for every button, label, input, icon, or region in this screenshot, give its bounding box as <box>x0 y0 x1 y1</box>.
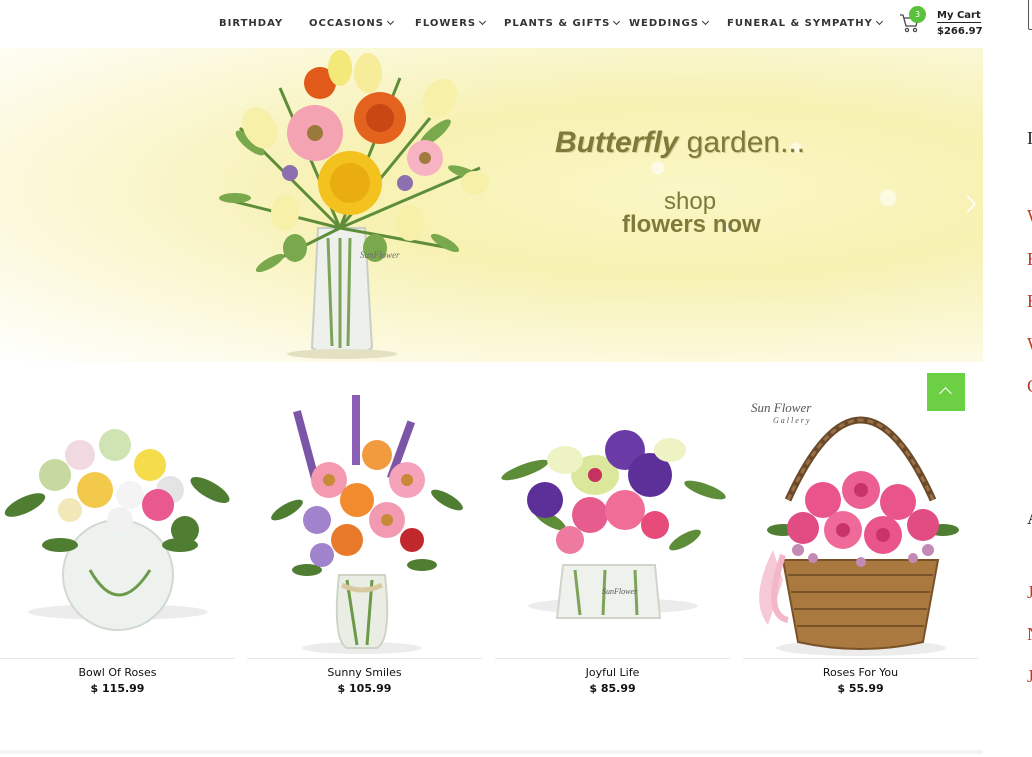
chevron-down-icon <box>875 17 883 26</box>
product-card[interactable]: Sunny Smiles $ 105.99 <box>247 380 482 700</box>
product-image[interactable] <box>247 380 482 658</box>
nav-item-flowers[interactable]: FLOWERS <box>415 17 487 29</box>
edge-text-fragment: A <box>1027 508 1032 529</box>
brand-logo: Sun Flower Gallery <box>751 400 812 425</box>
edge-link-fragment[interactable]: J <box>1027 582 1032 603</box>
product-image[interactable] <box>495 380 730 658</box>
edge-link-fragment[interactable]: B <box>1027 249 1032 270</box>
hero-bouquet-image <box>219 50 489 359</box>
chevron-down-icon <box>613 17 621 26</box>
product-card[interactable]: SunFlower Joyful Life $ 85.99 <box>495 380 730 700</box>
nav-item-weddings[interactable]: WEDDINGS <box>629 17 710 29</box>
edge-link-fragment[interactable]: B <box>1027 291 1032 312</box>
nav-item-occasions[interactable]: OCCASIONS <box>309 17 394 29</box>
my-cart-link[interactable]: My Cart <box>937 10 981 23</box>
top-navigation: BIRTHDAY OCCASIONS FLOWERS PLANTS & GIFT… <box>0 0 1032 48</box>
product-card[interactable]: Bowl Of Roses $ 115.99 <box>0 380 235 700</box>
section-divider <box>0 750 983 754</box>
edge-link-fragment[interactable]: W <box>1027 334 1032 355</box>
product-card[interactable]: Sun Flower Gallery Roses For You $ 55.99 <box>743 380 978 700</box>
cart-total: $266.97 <box>937 26 983 37</box>
product-divider <box>0 658 235 659</box>
chevron-down-icon <box>701 17 710 26</box>
edge-link-fragment[interactable]: N <box>1027 624 1032 645</box>
nav-item-plants-gifts[interactable]: PLANTS & GIFTS <box>504 17 621 29</box>
product-name[interactable]: Roses For You <box>743 666 978 679</box>
product-divider <box>247 658 482 659</box>
edge-text-fragment: I <box>1027 128 1032 148</box>
scroll-to-top-button[interactable] <box>927 373 965 411</box>
product-name[interactable]: Sunny Smiles <box>247 666 482 679</box>
edge-search-box-fragment[interactable] <box>1028 0 1032 30</box>
edge-link-fragment[interactable]: W <box>1027 206 1032 227</box>
chevron-down-icon <box>386 17 394 26</box>
product-price: $ 115.99 <box>90 682 145 695</box>
chevron-down-icon <box>479 17 487 26</box>
vase-logo: SunFlower <box>602 587 638 596</box>
edge-link-fragment[interactable]: J <box>1027 666 1032 687</box>
product-price: $ 105.99 <box>337 682 392 695</box>
product-image[interactable] <box>0 380 235 658</box>
hero-banner[interactable]: SunFlower Butterfly garden... shop flowe… <box>0 48 983 362</box>
product-name[interactable]: Bowl Of Roses <box>0 666 235 679</box>
nav-item-funeral-sympathy[interactable]: FUNERAL & SYMPATHY <box>727 17 883 29</box>
hero-cta-text[interactable]: flowers now <box>622 211 761 239</box>
edge-link-fragment[interactable]: C <box>1027 376 1032 397</box>
hero-sparkle-decoration <box>520 88 980 288</box>
cart-count-badge: 3 <box>909 6 926 23</box>
product-divider <box>495 658 730 659</box>
product-price: $ 55.99 <box>837 682 884 695</box>
hero-watermark: SunFlower <box>360 250 400 260</box>
product-divider <box>743 658 978 659</box>
product-name[interactable]: Joyful Life <box>495 666 730 679</box>
nav-item-birthday[interactable]: BIRTHDAY <box>219 18 283 29</box>
hero-headline: Butterfly garden... <box>555 126 806 159</box>
product-price: $ 85.99 <box>589 682 636 695</box>
